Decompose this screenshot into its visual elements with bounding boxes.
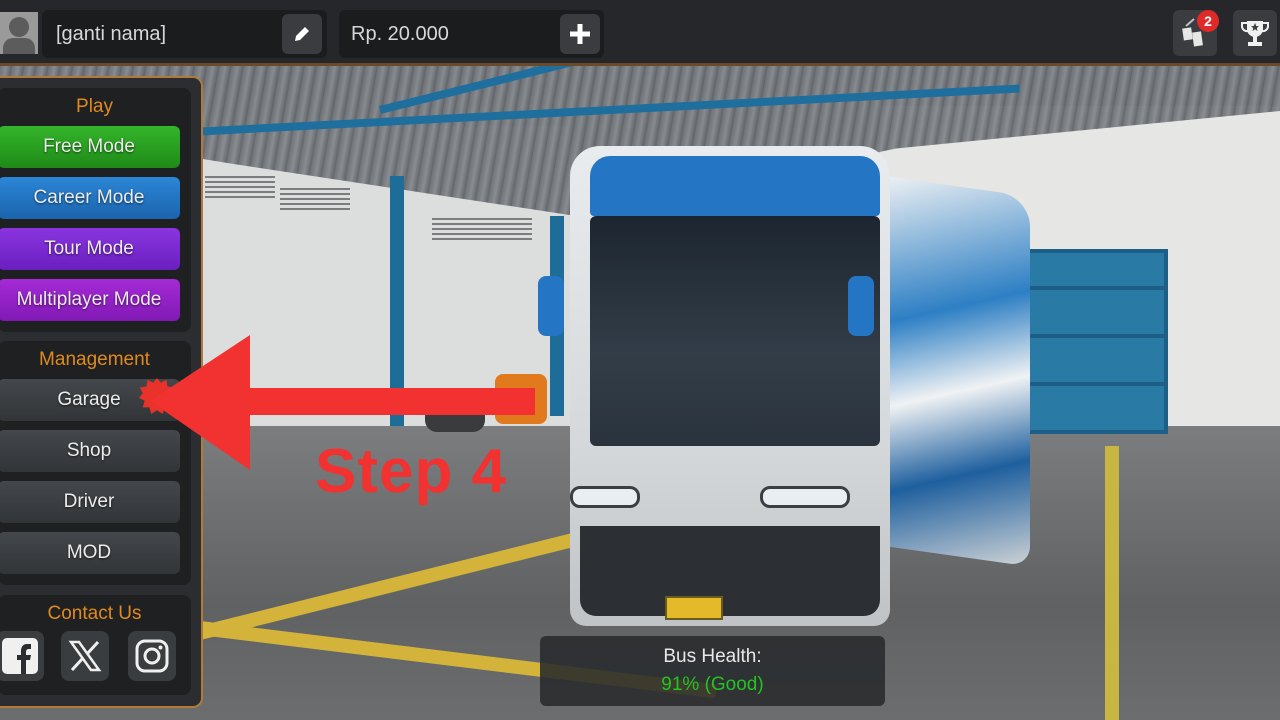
facebook-button[interactable] <box>0 631 44 681</box>
bus-health-value: 91% (Good) <box>661 674 764 695</box>
facebook-icon <box>2 638 38 674</box>
driver-button[interactable]: Driver <box>0 481 180 523</box>
money-balance: Rp. 20.000 <box>351 23 449 45</box>
notification-badge: 2 <box>1197 10 1219 32</box>
trophy-icon <box>1241 21 1269 46</box>
money-field: Rp. 20.000 <box>339 10 604 58</box>
wall-vent <box>205 176 275 198</box>
contact-section-title: Contact Us <box>47 603 142 624</box>
contact-section: Contact Us <box>0 595 191 695</box>
play-section: Play Free Mode Career Mode Tour Mode Mul… <box>0 88 191 332</box>
floor-marking <box>1105 446 1119 720</box>
instagram-icon <box>135 639 169 673</box>
garage-door <box>1016 249 1168 434</box>
edit-name-button[interactable] <box>282 14 322 54</box>
gift-button[interactable]: 2 <box>1173 10 1219 56</box>
bus-health-label: Bus Health: <box>663 646 762 667</box>
player-name: [ganti nama] <box>56 23 167 45</box>
add-money-button[interactable] <box>560 14 600 54</box>
x-twitter-icon <box>68 640 102 672</box>
bus-license-plate <box>665 596 723 620</box>
achievements-button[interactable] <box>1233 10 1277 56</box>
bus-mirror-left <box>538 276 564 336</box>
bus-visor <box>590 156 880 216</box>
wall-vent <box>280 188 350 210</box>
step-label: Step 4 <box>315 437 508 506</box>
tour-mode-button[interactable]: Tour Mode <box>0 228 180 270</box>
bus-windshield <box>590 216 880 446</box>
free-mode-button[interactable]: Free Mode <box>0 126 180 168</box>
player-name-field[interactable]: [ganti nama] <box>42 10 327 58</box>
bus-model <box>538 146 1030 646</box>
user-avatar-icon[interactable] <box>0 12 38 54</box>
bus-bumper <box>580 526 880 616</box>
bus-side-livery <box>880 175 1030 567</box>
career-mode-button[interactable]: Career Mode <box>0 177 180 219</box>
bus-front <box>570 146 890 626</box>
plus-icon <box>570 24 590 44</box>
multiplayer-mode-button[interactable]: Multiplayer Mode <box>0 279 180 321</box>
wall-vent <box>432 218 532 240</box>
bus-mirror-right <box>848 276 874 336</box>
pencil-icon <box>295 27 309 41</box>
play-section-title: Play <box>76 96 113 117</box>
bus-headlight-left <box>570 486 640 508</box>
mod-button[interactable]: MOD <box>0 532 180 574</box>
bus-headlight-right <box>760 486 850 508</box>
top-bar: [ganti nama] Rp. 20.000 2 <box>0 0 1280 66</box>
x-twitter-button[interactable] <box>61 631 109 681</box>
instagram-button[interactable] <box>128 631 176 681</box>
bus-health-panel: Bus Health: 91% (Good) <box>540 636 885 706</box>
